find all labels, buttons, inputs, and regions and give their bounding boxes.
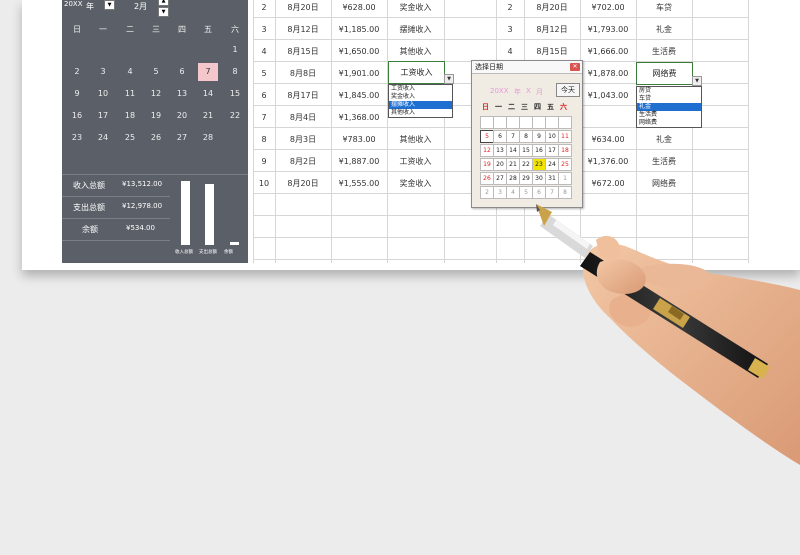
hand-with-pen-illustration	[536, 204, 800, 465]
